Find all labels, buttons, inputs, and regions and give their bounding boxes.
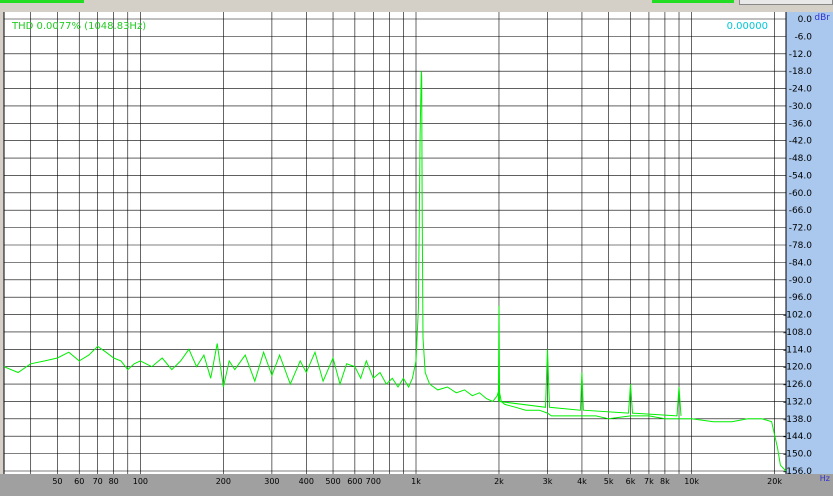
x-unit-label: Hz <box>820 474 830 483</box>
x-tick-label: 400 <box>299 477 314 486</box>
y-tick-label: -108.0 <box>783 328 812 338</box>
y-tick-label: -30.0 <box>789 102 813 112</box>
y-tick-label: -12.0 <box>789 50 813 60</box>
x-tick-label: 50 <box>52 477 62 486</box>
y-tick-label: -150.0 <box>783 450 812 460</box>
x-tick-label: 500 <box>325 477 340 486</box>
y-tick-label: -126.0 <box>783 380 812 390</box>
x-tick-label: 80 <box>109 477 119 486</box>
y-tick-label: -78.0 <box>789 241 813 251</box>
y-tick-label: -144.0 <box>783 432 812 442</box>
analyzer-window: 0.0 -6.0 -12.0 -18.0 -24.0 -30.0 -36.0 -42.0 -48… <box>0 0 833 496</box>
x-tick-label: 60 <box>74 477 84 486</box>
y-tick-label: -36.0 <box>789 119 813 129</box>
x-tick-label: 6k <box>626 477 636 486</box>
y-tick-label: -132.0 <box>783 397 812 407</box>
y-tick-label: -90.0 <box>789 276 813 286</box>
y-tick-label: -120.0 <box>783 363 812 373</box>
x-tick-label: 600 <box>347 477 362 486</box>
y-tick-label: -48.0 <box>789 154 813 164</box>
y-tick-label: -42.0 <box>789 137 813 147</box>
x-tick-label: 2k <box>494 477 504 486</box>
y-unit-label: dBr <box>814 13 830 23</box>
y-tick-label: -24.0 <box>789 85 813 95</box>
x-tick-label: 200 <box>216 477 231 486</box>
y-tick-label: -156.0 <box>783 467 812 477</box>
y-tick-label: -18.0 <box>789 67 813 77</box>
y-tick-label: -114.0 <box>783 345 812 355</box>
x-tick-label: 70 <box>93 477 103 486</box>
y-tick-label: -54.0 <box>789 171 813 181</box>
x-tick-label: 3k <box>543 477 553 486</box>
spectrum-chart: 0.0 -6.0 -12.0 -18.0 -24.0 -30.0 -36.0 -42.0 -48… <box>0 12 833 496</box>
y-tick-label: -84.0 <box>789 258 813 268</box>
y-tick-label: -96.0 <box>789 293 813 303</box>
y-tick-label: -102.0 <box>783 311 812 321</box>
y-tick-label: -72.0 <box>789 224 813 234</box>
y-tick-label: -138.0 <box>783 415 812 425</box>
x-tick-label: 100 <box>133 477 148 486</box>
plot-area <box>4 12 816 474</box>
y-tick-label: -6.0 <box>794 32 812 42</box>
value-readout: 0.00000 <box>727 21 768 32</box>
y-tick-label: -60.0 <box>789 189 813 199</box>
x-tick-label: 7k <box>644 477 654 486</box>
x-tick-label: 8k <box>660 477 670 486</box>
x-tick-label: 10k <box>684 477 699 486</box>
x-tick-label: 4k <box>577 477 587 486</box>
x-tick-label: 5k <box>604 477 614 486</box>
x-tick-label: 20k <box>767 477 782 486</box>
x-tick-label: 300 <box>264 477 279 486</box>
x-tick-label: 1k <box>411 477 421 486</box>
y-tick-label: -66.0 <box>789 206 813 216</box>
thd-readout: THD 0.0077% (1048.83Hz) <box>11 21 146 32</box>
x-tick-label: 700 <box>366 477 381 486</box>
y-tick-label: 0.0 <box>798 15 813 25</box>
